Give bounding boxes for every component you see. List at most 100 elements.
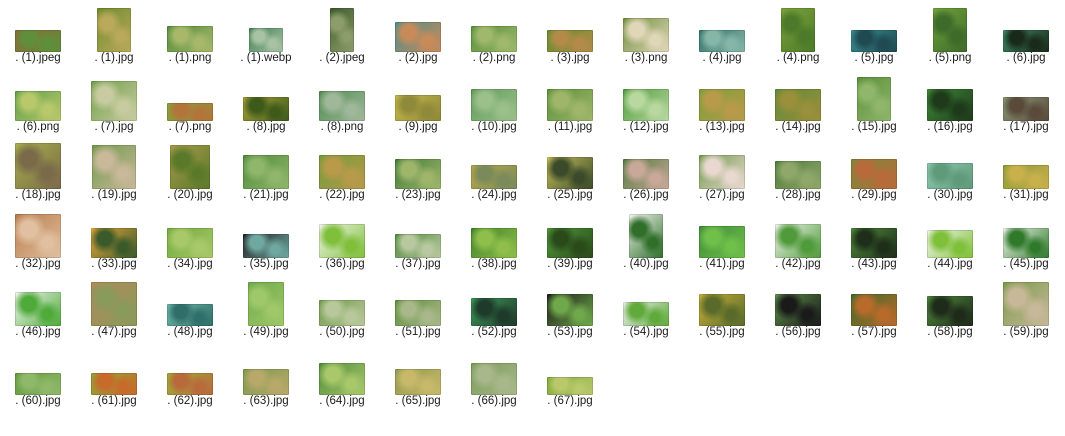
file-item[interactable]: . (66).jpg	[456, 343, 532, 409]
file-item[interactable]: . (2).png	[456, 0, 532, 66]
file-grid: . (1).jpeg . (1).jpg . (1).png . (1).webp . …	[0, 0, 1065, 436]
file-item[interactable]: . (15).jpg	[836, 69, 912, 135]
file-item[interactable]: . (27).jpg	[684, 137, 760, 203]
image-thumbnail	[699, 155, 745, 190]
file-item[interactable]: . (62).jpg	[152, 343, 228, 409]
image-thumbnail	[623, 302, 669, 327]
file-item[interactable]: . (5).png	[912, 0, 988, 66]
file-item[interactable]: . (23).jpg	[380, 137, 456, 203]
file-item[interactable]: . (57).jpg	[836, 274, 912, 340]
file-name-label: . (2).jpeg	[319, 52, 365, 64]
thumbnail-frame	[532, 0, 608, 52]
file-item[interactable]: . (14).jpg	[760, 69, 836, 135]
file-item[interactable]: . (31).jpg	[988, 137, 1064, 203]
file-item[interactable]: . (56).jpg	[760, 274, 836, 340]
file-item[interactable]: . (50).jpg	[304, 274, 380, 340]
file-item[interactable]: . (35).jpg	[228, 206, 304, 272]
thumbnail-frame	[836, 206, 912, 258]
thumbnail-frame	[380, 343, 456, 395]
file-item[interactable]: . (49).jpg	[228, 274, 304, 340]
image-thumbnail	[15, 30, 61, 52]
file-item[interactable]: . (24).jpg	[456, 137, 532, 203]
image-thumbnail	[471, 298, 517, 327]
file-item[interactable]: . (32).jpg	[0, 206, 76, 272]
file-item[interactable]: . (3).jpg	[532, 0, 608, 66]
file-item[interactable]: . (1).webp	[228, 0, 304, 66]
file-item[interactable]: . (64).jpg	[304, 343, 380, 409]
file-item[interactable]: . (25).jpg	[532, 137, 608, 203]
file-item[interactable]: . (4).jpg	[684, 0, 760, 66]
thumbnail-frame	[152, 343, 228, 395]
thumbnail-frame	[0, 0, 76, 52]
file-item[interactable]: . (58).jpg	[912, 274, 988, 340]
file-item[interactable]: . (30).jpg	[912, 137, 988, 203]
file-item[interactable]: . (8).png	[304, 69, 380, 135]
file-item[interactable]: . (20).jpg	[152, 137, 228, 203]
file-item[interactable]: . (13).jpg	[684, 69, 760, 135]
file-item[interactable]: . (42).jpg	[760, 206, 836, 272]
file-item[interactable]: . (48).jpg	[152, 274, 228, 340]
file-item[interactable]: . (55).jpg	[684, 274, 760, 340]
image-thumbnail	[319, 300, 365, 327]
file-item[interactable]: . (10).jpg	[456, 69, 532, 135]
file-item[interactable]: . (41).jpg	[684, 206, 760, 272]
file-item[interactable]: . (18).jpg	[0, 137, 76, 203]
file-item[interactable]: . (6).jpg	[988, 0, 1064, 66]
file-item[interactable]: . (54).jpg	[608, 274, 684, 340]
file-item[interactable]: . (7).jpg	[76, 69, 152, 135]
file-item[interactable]: . (9).jpg	[380, 69, 456, 135]
file-item[interactable]: . (17).jpg	[988, 69, 1064, 135]
file-item[interactable]: . (28).jpg	[760, 137, 836, 203]
file-item[interactable]: . (22).jpg	[304, 137, 380, 203]
file-item[interactable]: . (63).jpg	[228, 343, 304, 409]
file-item[interactable]: . (33).jpg	[76, 206, 152, 272]
file-item[interactable]: . (19).jpg	[76, 137, 152, 203]
thumbnail-frame	[684, 69, 760, 121]
file-item[interactable]: . (3).png	[608, 0, 684, 66]
file-item[interactable]: . (45).jpg	[988, 206, 1064, 272]
file-item[interactable]: . (39).jpg	[532, 206, 608, 272]
file-item[interactable]: . (67).jpg	[532, 343, 608, 409]
file-name-label: . (8).png	[320, 120, 364, 133]
file-item[interactable]: . (51).jpg	[380, 274, 456, 340]
file-item[interactable]: . (40).jpg	[608, 206, 684, 272]
file-item[interactable]: . (52).jpg	[456, 274, 532, 340]
file-item[interactable]: . (44).jpg	[912, 206, 988, 272]
file-item[interactable]: . (26).jpg	[608, 137, 684, 203]
file-item[interactable]: . (12).jpg	[608, 69, 684, 135]
file-item[interactable]: . (29).jpg	[836, 137, 912, 203]
file-item[interactable]: . (59).jpg	[988, 274, 1064, 340]
file-item[interactable]: . (65).jpg	[380, 343, 456, 409]
file-item[interactable]: . (5).jpg	[836, 0, 912, 66]
file-item[interactable]: . (1).jpg	[76, 0, 152, 66]
file-item[interactable]: . (61).jpg	[76, 343, 152, 409]
file-item[interactable]: . (8).jpg	[228, 69, 304, 135]
thumbnail-frame	[304, 343, 380, 395]
file-item[interactable]: . (37).jpg	[380, 206, 456, 272]
file-item[interactable]: . (7).png	[152, 69, 228, 135]
file-item[interactable]: . (34).jpg	[152, 206, 228, 272]
file-item[interactable]: . (16).jpg	[912, 69, 988, 135]
file-item[interactable]: . (53).jpg	[532, 274, 608, 340]
file-name-label: . (1).jpeg	[15, 52, 61, 64]
file-item[interactable]: . (47).jpg	[76, 274, 152, 340]
thumbnail-frame	[304, 0, 380, 52]
thumbnail-frame	[836, 274, 912, 327]
thumbnail-frame	[0, 274, 76, 327]
file-item[interactable]: . (46).jpg	[0, 274, 76, 340]
image-thumbnail	[623, 18, 669, 52]
file-item[interactable]: . (36).jpg	[304, 206, 380, 272]
file-item[interactable]: . (43).jpg	[836, 206, 912, 272]
file-item[interactable]: . (11).jpg	[532, 69, 608, 135]
file-item[interactable]: . (21).jpg	[228, 137, 304, 203]
file-item[interactable]: . (4).png	[760, 0, 836, 66]
file-item[interactable]: . (6).png	[0, 69, 76, 135]
image-thumbnail	[699, 225, 745, 258]
file-item[interactable]: . (60).jpg	[0, 343, 76, 409]
image-thumbnail	[851, 227, 897, 258]
file-item[interactable]: . (2).jpeg	[304, 0, 380, 66]
file-item[interactable]: . (38).jpg	[456, 206, 532, 272]
file-item[interactable]: . (1).png	[152, 0, 228, 66]
file-item[interactable]: . (2).jpg	[380, 0, 456, 66]
file-item[interactable]: . (1).jpeg	[0, 0, 76, 66]
